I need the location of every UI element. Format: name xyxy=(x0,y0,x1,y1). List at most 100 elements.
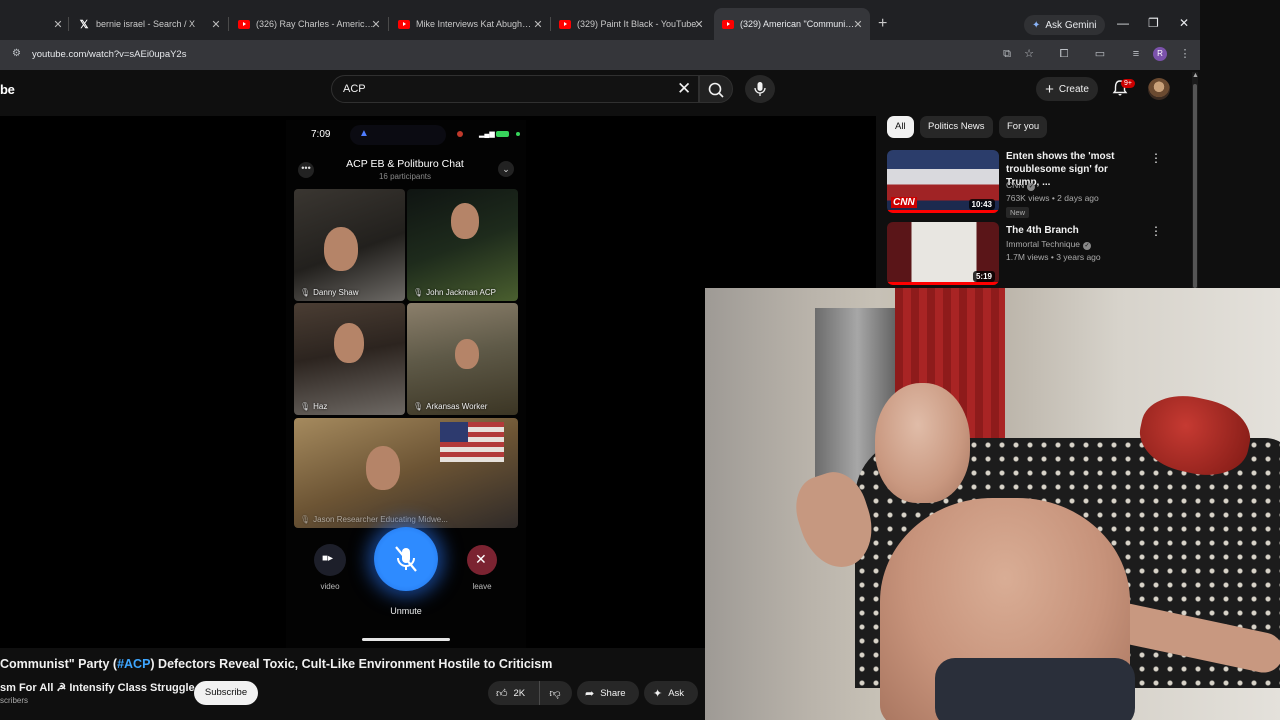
related-channel[interactable]: CNN ✓ xyxy=(1006,180,1036,191)
related-meta: 1.7M views • 3 years ago xyxy=(1006,252,1101,262)
webcam-overlay xyxy=(705,288,1280,720)
like-dislike-group: 👍︎ 2K 👎︎ xyxy=(488,681,572,705)
tab-active-video[interactable]: (329) American "Communist" P ✕ xyxy=(714,8,870,40)
minimize-icon[interactable]: — xyxy=(1117,16,1129,30)
search-button[interactable] xyxy=(699,75,733,103)
mic-muted-icon: 🎙 xyxy=(300,402,311,411)
dislike-button[interactable]: 👎︎ xyxy=(540,687,570,700)
mic-muted-icon: 🎙 xyxy=(413,402,424,411)
verified-check-icon: ✓ xyxy=(1027,183,1036,191)
ask-button[interactable]: ✦ Ask xyxy=(644,681,698,705)
participant-tile: 🎙 Danny Shaw xyxy=(294,189,405,301)
notifications-badge: 9+ xyxy=(1121,79,1135,88)
account-avatar[interactable] xyxy=(1148,78,1170,100)
youtube-icon xyxy=(238,19,250,29)
tab-ray-charles[interactable]: (326) Ray Charles - America The ✕ xyxy=(238,11,382,37)
subscribe-button[interactable]: Subscribe xyxy=(194,681,258,705)
ask-gemini-button[interactable]: ✦ Ask Gemini xyxy=(1024,15,1105,35)
mic-muted-icon: 🎙 xyxy=(413,288,424,297)
duration-badge: 10:43 xyxy=(968,199,995,210)
tab-separator xyxy=(550,17,551,31)
chat-title: ACP EB & Politburo Chat xyxy=(346,158,464,170)
voice-search-button[interactable] xyxy=(745,75,775,103)
split-view-icon[interactable]: ▭ xyxy=(1093,47,1107,61)
site-info-icon[interactable]: ⚙ xyxy=(12,48,24,60)
verified-check-icon: ✓ xyxy=(1083,242,1092,250)
scroll-up-icon[interactable]: ▲ xyxy=(1192,72,1199,79)
url-field[interactable]: youtube.com/watch?v=sAEi0upaY2s xyxy=(32,49,186,60)
close-tab-icon[interactable]: ✕ xyxy=(852,18,864,31)
related-meta: 763K views • 2 days ago xyxy=(1006,193,1099,203)
participant-tile: 🎙 Jason Researcher Educating Midwe... xyxy=(294,418,518,528)
tab-kat-interview[interactable]: Mike Interviews Kat Abughazale ✕ xyxy=(398,11,544,37)
related-channel[interactable]: Immortal Technique ✓ xyxy=(1006,239,1092,250)
signal-bars-icon: ▂▄▆ xyxy=(479,131,495,138)
browser-menu-icon[interactable]: ⋮ xyxy=(1178,47,1192,61)
profile-avatar[interactable]: R xyxy=(1153,47,1167,61)
like-button[interactable]: 👍︎ 2K xyxy=(488,681,540,705)
youtube-icon xyxy=(398,19,410,29)
create-button[interactable]: + Create xyxy=(1036,77,1098,101)
more-actions-icon[interactable]: ⋮ xyxy=(1150,224,1162,238)
scrollbar-thumb[interactable] xyxy=(1193,84,1197,288)
thumbs-up-icon: 👍︎ xyxy=(496,687,508,700)
navigation-arrow-icon: ▲ xyxy=(359,128,369,139)
gemini-sparkle-icon: ✦ xyxy=(1032,19,1041,31)
media-controls-icon[interactable]: ≡ xyxy=(1129,47,1143,61)
chip-for-you[interactable]: For you xyxy=(999,116,1048,138)
new-tab-button[interactable]: + xyxy=(878,15,887,33)
duration-badge: 5:19 xyxy=(972,271,995,282)
close-tab-icon[interactable]: ✕ xyxy=(532,18,544,31)
related-thumbnail[interactable]: CNN 10:43 xyxy=(887,150,999,213)
chat-participant-count: 16 participants xyxy=(378,172,432,181)
clear-search-icon[interactable]: ✕ xyxy=(677,79,691,99)
tab-separator xyxy=(388,17,389,31)
youtube-logo[interactable]: be xyxy=(0,82,15,97)
subscriber-count: scribers xyxy=(0,696,29,705)
camera-toggle-icon xyxy=(314,544,346,576)
channel-name[interactable]: sm For All ☭ Intensify Class Struggle xyxy=(0,681,195,694)
restore-icon[interactable]: ❐ xyxy=(1148,16,1159,30)
page-scrollbar[interactable]: ▲ xyxy=(1192,72,1199,288)
related-title[interactable]: The 4th Branch xyxy=(1006,224,1142,237)
participant-tile: 🎙 John Jackman ACP xyxy=(407,189,518,301)
address-bar: ⚙ youtube.com/watch?v=sAEi0upaY2s xyxy=(0,40,1200,70)
close-tab-icon[interactable]: ✕ xyxy=(210,18,222,31)
thumbs-down-icon: 👎︎ xyxy=(549,687,561,700)
mic-muted-icon: 🎙 xyxy=(300,515,311,524)
phone-dynamic-island: ▲ xyxy=(350,125,446,145)
youtube-icon xyxy=(559,19,571,29)
microphone-muted-icon xyxy=(374,527,438,591)
related-thumbnail[interactable]: 5:19 xyxy=(887,222,999,285)
share-button[interactable]: ➦ Share xyxy=(577,681,639,705)
youtube-icon xyxy=(722,19,734,29)
tab-paint-it-black[interactable]: (329) Paint It Black - YouTube ✕ xyxy=(559,11,705,37)
close-tab-icon[interactable]: ✕ xyxy=(370,18,382,31)
chip-politics-news[interactable]: Politics News xyxy=(920,116,993,138)
new-badge: New xyxy=(1006,207,1030,218)
phone-clock: 7:09 xyxy=(311,129,331,140)
flag-image xyxy=(440,422,504,462)
phone-home-indicator xyxy=(362,638,450,641)
watch-progress-bar xyxy=(887,210,999,213)
close-tab-icon[interactable]: ✕ xyxy=(52,18,64,31)
hashtag-link[interactable]: #ACP xyxy=(117,657,150,671)
tab-separator xyxy=(228,17,229,31)
chip-all[interactable]: All xyxy=(887,116,914,138)
microphone-icon xyxy=(754,82,766,96)
bookmark-star-icon[interactable]: ☆ xyxy=(1022,47,1036,61)
tab-blank[interactable]: ✕ xyxy=(8,11,64,37)
status-dot-icon xyxy=(516,132,520,136)
participant-tile: 🎙 Arkansas Worker xyxy=(407,303,518,415)
search-icon xyxy=(708,82,724,98)
extensions-icon[interactable]: ⧠ xyxy=(1057,47,1071,61)
tab-x-search[interactable]: 𝕏 bernie israel - Search / X ✕ xyxy=(78,11,222,37)
more-actions-icon[interactable]: ⋮ xyxy=(1150,151,1162,165)
watch-progress-bar xyxy=(887,282,999,285)
search-input[interactable]: ACP ✕ xyxy=(331,75,699,103)
share-arrow-icon: ➦ xyxy=(585,687,595,700)
close-tab-icon[interactable]: ✕ xyxy=(693,18,705,31)
sparkle-icon: ✦ xyxy=(653,687,663,700)
install-app-icon[interactable]: ⧉ xyxy=(1000,47,1014,61)
close-window-icon[interactable]: ✕ xyxy=(1179,16,1189,30)
